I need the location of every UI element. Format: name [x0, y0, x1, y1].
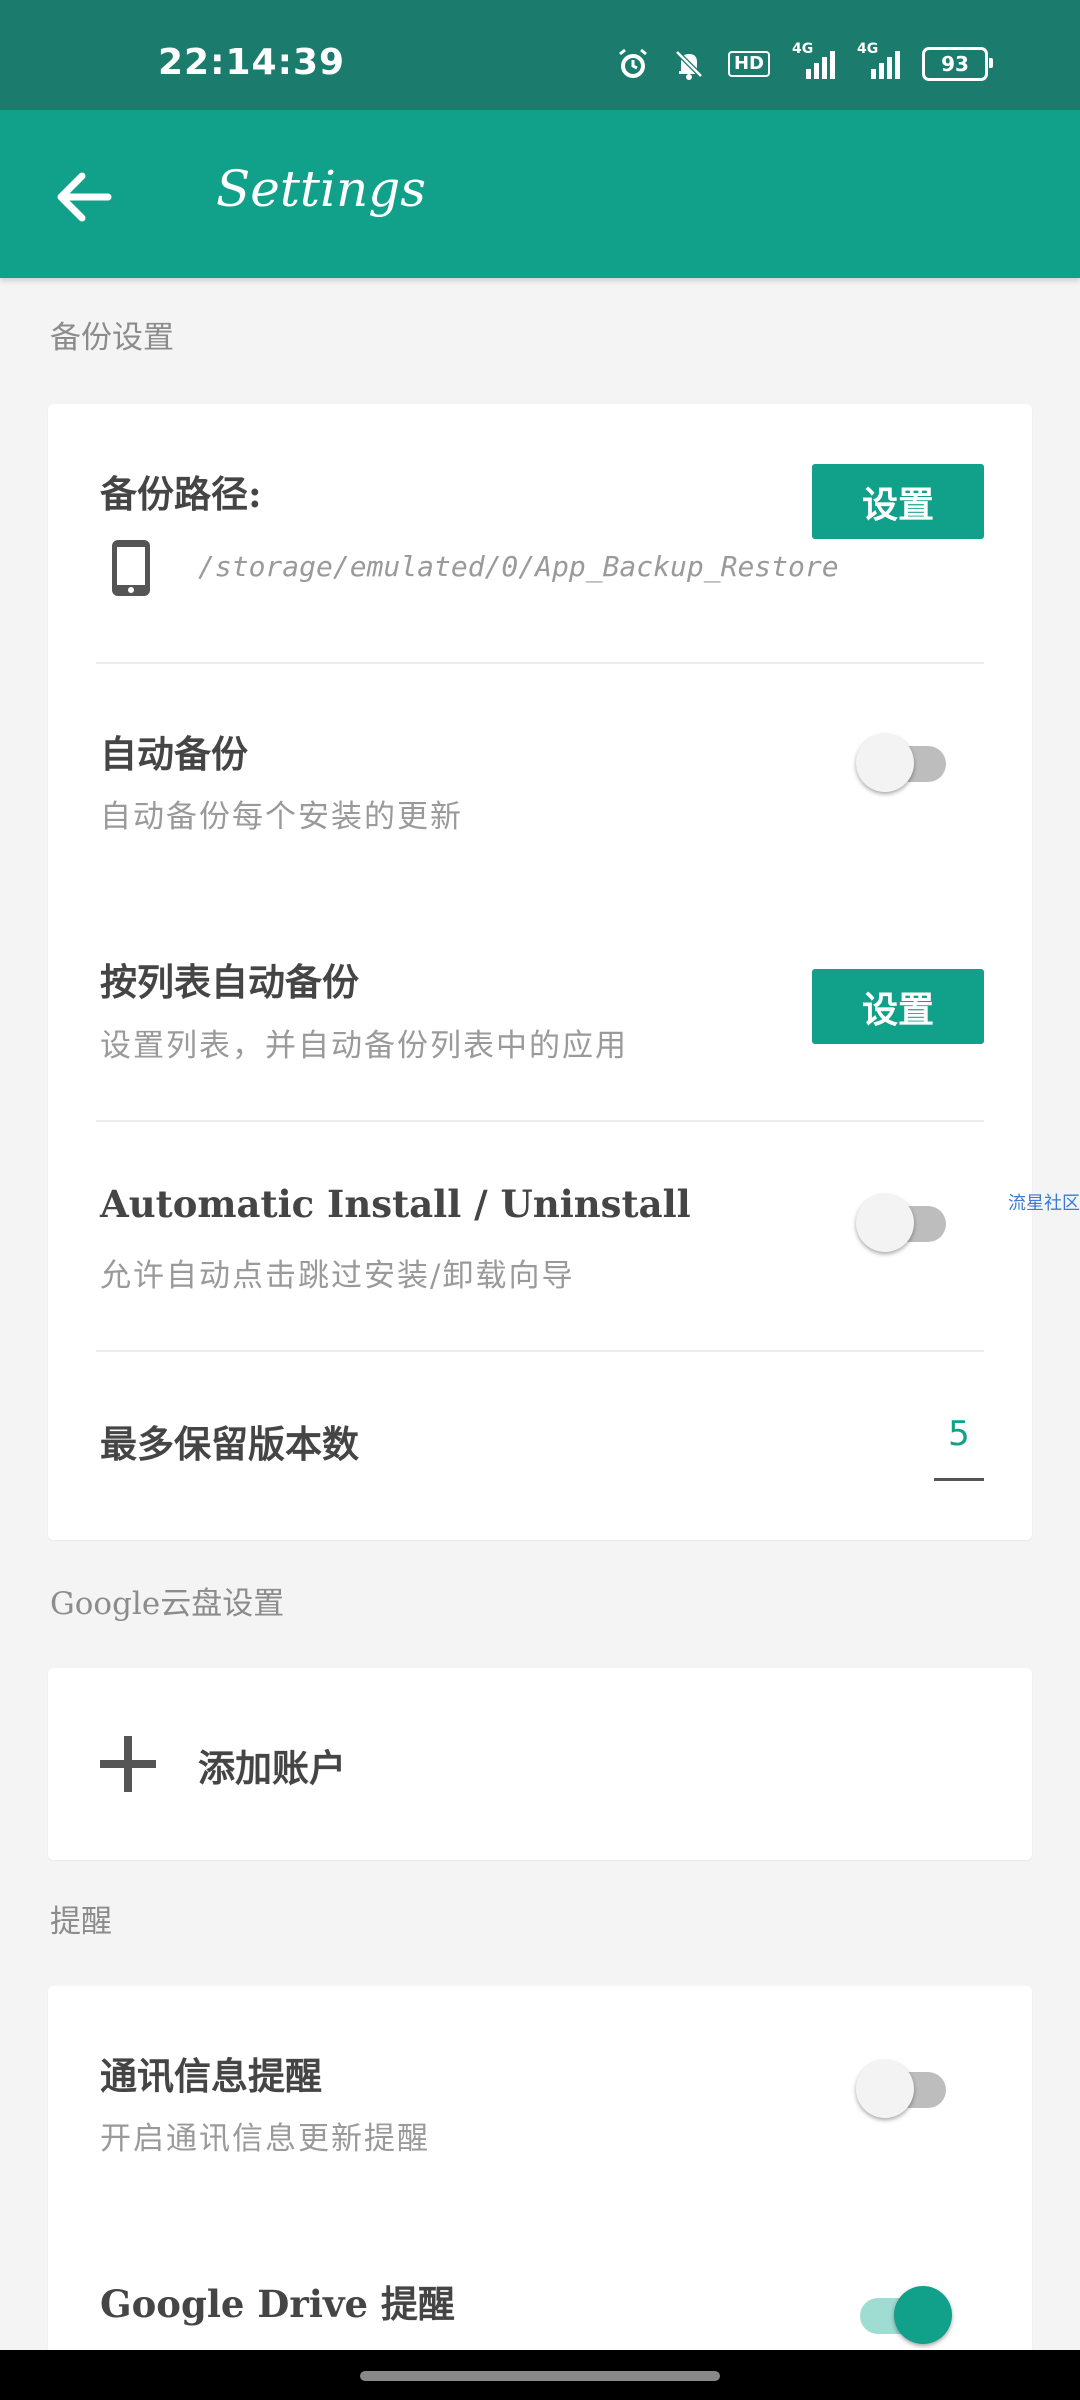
contacts-reminder-subtitle: 开启通讯信息更新提醒: [100, 2121, 430, 2157]
max-versions-underline: [934, 1478, 984, 1481]
status-icons: HD 4G 4G 93: [616, 41, 993, 82]
auto-backup-subtitle: 自动备份每个安装的更新: [100, 799, 463, 835]
home-gesture-handle[interactable]: [360, 2371, 720, 2381]
app-bar: Settings: [0, 110, 1080, 278]
auto-install-title: Automatic Install / Uninstall: [100, 1182, 691, 1226]
hd-icon: HD: [727, 46, 770, 82]
list-backup-set-button[interactable]: 设置: [812, 969, 984, 1044]
divider: [96, 1350, 984, 1352]
divider: [96, 662, 984, 664]
side-watermark: 流星社区: [1008, 1193, 1080, 1214]
signal-4g-icon: 4G: [857, 41, 900, 79]
network-label: 4G: [792, 41, 814, 57]
status-time: 22:14:39: [158, 42, 346, 83]
alarm-icon: [616, 46, 650, 82]
backup-card: 备份路径: 设置 /storage/emulated/0/App_Backup_…: [48, 404, 1032, 1540]
backup-path-set-button[interactable]: 设置: [812, 464, 984, 539]
signal-4g-icon: 4G: [792, 41, 835, 79]
network-label: 4G: [857, 41, 879, 57]
back-arrow-icon[interactable]: [50, 162, 120, 232]
auto-backup-toggle[interactable]: [856, 730, 948, 792]
auto-install-subtitle: 允许自动点击跳过安装/卸载向导: [100, 1258, 575, 1294]
add-account-label[interactable]: 添加账户: [198, 1738, 346, 1792]
section-title-backup: 备份设置: [50, 320, 174, 356]
section-title-google: Google云盘设置: [50, 1586, 285, 1622]
section-title-reminders: 提醒: [50, 1904, 112, 1940]
drive-reminder-title: Google Drive 提醒: [100, 2282, 455, 2326]
plus-icon[interactable]: [100, 1736, 156, 1792]
list-backup-subtitle: 设置列表，并自动备份列表中的应用: [100, 1028, 628, 1064]
drive-reminder-toggle[interactable]: [856, 2282, 952, 2344]
divider: [96, 1120, 984, 1122]
contacts-reminder-toggle[interactable]: [856, 2056, 948, 2118]
battery-icon: 93: [922, 47, 993, 81]
google-card: 添加账户: [48, 1668, 1032, 1860]
backup-path-label: 备份路径:: [100, 472, 262, 516]
max-versions-title: 最多保留版本数: [100, 1422, 359, 1466]
phone-icon: [110, 538, 152, 598]
page-title: Settings: [216, 160, 426, 218]
status-bar: 22:14:39 HD 4G 4G 93: [0, 0, 1080, 110]
hd-label: HD: [727, 51, 770, 77]
contacts-reminder-title: 通讯信息提醒: [100, 2054, 322, 2098]
bell-muted-icon: [672, 46, 706, 82]
auto-backup-title: 自动备份: [100, 732, 248, 776]
auto-install-toggle[interactable]: [856, 1190, 948, 1252]
reminders-card: 通讯信息提醒 开启通讯信息更新提醒 Google Drive 提醒: [48, 1986, 1032, 2386]
battery-level: 93: [941, 52, 969, 76]
max-versions-input[interactable]: 5: [934, 1414, 984, 1454]
list-backup-title: 按列表自动备份: [100, 960, 359, 1004]
backup-path-value: /storage/emulated/0/App_Backup_Restore: [198, 550, 839, 583]
